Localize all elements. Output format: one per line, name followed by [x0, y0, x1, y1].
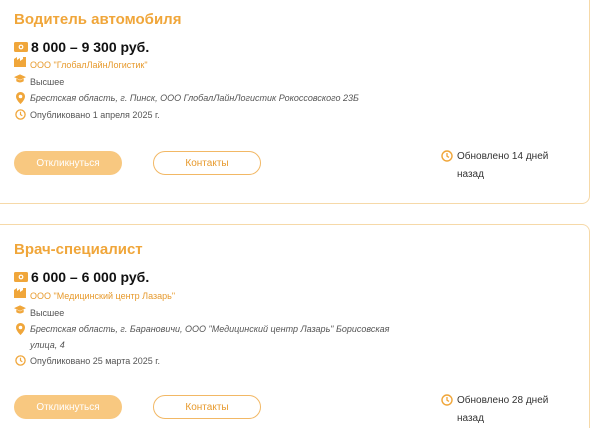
published-row: Опубликовано 25 марта 2025 г. [14, 353, 160, 369]
vacancy-title[interactable]: Водитель автомобиля [14, 11, 181, 28]
company-icon [14, 288, 26, 298]
updated-text: Обновлено 14 дней назад [457, 151, 549, 180]
education-text: Высшее [30, 308, 65, 318]
clock-icon [441, 394, 453, 406]
education-row: Высшее [14, 305, 64, 321]
education-text: Высшее [30, 77, 65, 87]
company-row: ООО "ГлобалЛайнЛогистик" [14, 57, 148, 73]
address-row: Брестская область, г. Пинск, ООО ГлобалЛ… [14, 90, 408, 106]
respond-button[interactable]: Откликнуться [14, 151, 122, 175]
company-link[interactable]: ООО "Медицинский центр Лазарь" [30, 288, 175, 304]
published-text: Опубликовано 25 марта 2025 г. [30, 356, 160, 366]
company-row: ООО "Медицинский центр Лазарь" [14, 288, 175, 304]
address-text: Брестская область, г. Пинск, ООО ГлобалЛ… [30, 93, 359, 103]
vacancy-title[interactable]: Врач-специалист [14, 241, 143, 258]
location-icon [14, 323, 26, 335]
education-row: Высшее [14, 74, 64, 90]
updated-text: Обновлено 28 дней назад [457, 395, 549, 424]
education-icon [14, 74, 26, 84]
money-icon [14, 42, 28, 52]
updated-info: Обновлено 28 дней назад [441, 392, 567, 428]
education-icon [14, 305, 26, 315]
address-row: Брестская область, г. Барановичи, ООО "М… [14, 321, 408, 353]
address-text: Брестская область, г. Барановичи, ООО "М… [30, 324, 390, 350]
contacts-button[interactable]: Контакты [153, 151, 261, 175]
updated-info: Обновлено 14 дней назад [441, 148, 567, 184]
salary-text: 8 000 – 9 300 руб. [31, 39, 150, 55]
vacancy-card: Врач-специалист 6 000 – 6 000 руб. ООО "… [0, 224, 590, 428]
contacts-button[interactable]: Контакты [153, 395, 261, 419]
clock-icon [14, 109, 26, 120]
clock-icon [441, 150, 453, 162]
published-row: Опубликовано 1 апреля 2025 г. [14, 107, 160, 123]
money-icon [14, 272, 28, 282]
vacancy-card: Водитель автомобиля 8 000 – 9 300 руб. О… [0, 0, 590, 204]
salary: 6 000 – 6 000 руб. [14, 269, 149, 285]
clock-icon [14, 355, 26, 366]
company-link[interactable]: ООО "ГлобалЛайнЛогистик" [30, 57, 148, 73]
company-icon [14, 57, 26, 67]
location-icon [14, 92, 26, 104]
published-text: Опубликовано 1 апреля 2025 г. [30, 110, 160, 120]
salary: 8 000 – 9 300 руб. [14, 39, 149, 55]
respond-button[interactable]: Откликнуться [14, 395, 122, 419]
salary-text: 6 000 – 6 000 руб. [31, 269, 150, 285]
